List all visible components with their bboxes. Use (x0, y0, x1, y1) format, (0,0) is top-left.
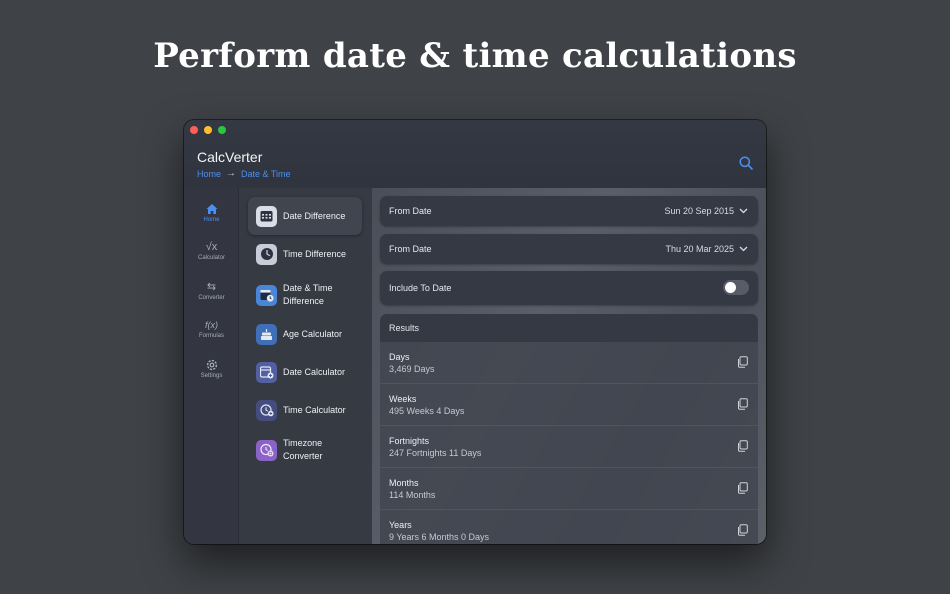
to-date-text: Thu 20 Mar 2025 (665, 244, 734, 254)
calendar-grid-icon (256, 205, 277, 227)
maximize-window-button[interactable] (218, 126, 226, 134)
rail-item-home[interactable]: Home (184, 202, 239, 223)
result-title: Fortnights (389, 436, 430, 446)
menu-item-time-calculator[interactable]: Time Calculator (248, 391, 362, 429)
from-date-row[interactable]: From Date Sun 20 Sep 2015 (380, 196, 758, 226)
search-icon[interactable] (738, 155, 754, 171)
breadcrumb-current[interactable]: Date & Time (241, 169, 291, 179)
copy-icon[interactable] (737, 524, 748, 536)
rail-item-settings[interactable]: Settings (184, 358, 239, 379)
copy-icon[interactable] (737, 356, 748, 368)
clock-icon (256, 243, 277, 265)
to-date-label: From Date (389, 244, 432, 254)
menu-label-date-difference: Date Difference (283, 210, 346, 221)
menu-label-time-calculator: Time Calculator (283, 404, 346, 415)
result-title: Weeks (389, 394, 417, 404)
breadcrumb-home[interactable]: Home (197, 169, 221, 179)
include-to-date-row: Include To Date (380, 271, 758, 305)
app-window: CalcVerter Home → Date & Time Home √x Ca… (184, 120, 766, 544)
globe-clock-icon (256, 439, 277, 461)
result-row-fortnights: Fortnights 247 Fortnights 11 Days (380, 426, 758, 468)
result-value: 9 Years 6 Months 0 Days (389, 532, 490, 542)
menu-item-time-difference[interactable]: Time Difference (248, 235, 362, 273)
window-controls (190, 126, 226, 134)
menu-label-date-time-difference: Date & Time Difference (283, 283, 333, 306)
copy-icon[interactable] (737, 440, 748, 452)
toggle-knob (725, 282, 736, 293)
menu-item-date-difference[interactable]: Date Difference (248, 197, 362, 235)
calendar-clock-icon (256, 284, 277, 306)
from-date-label: From Date (389, 206, 432, 216)
rail-label-home: Home (203, 217, 220, 223)
menu-label-date-calculator: Date Calculator (283, 366, 346, 377)
main-content: From Date Sun 20 Sep 2015 From Date Thu … (372, 188, 766, 544)
nav-rail: Home √x Calculator ⇆ Converter f(x) Form… (184, 188, 239, 544)
sqrt-icon: √x (205, 241, 218, 253)
include-to-date-toggle[interactable] (723, 280, 749, 295)
result-row-months: Months 114 Months (380, 468, 758, 510)
result-row-days: Days 3,469 Days (380, 342, 758, 384)
result-value: 114 Months (389, 490, 436, 500)
chevron-down-icon (739, 208, 748, 214)
rail-label-formulas: Formulas (198, 333, 224, 339)
breadcrumb: Home → Date & Time (197, 168, 291, 179)
close-window-button[interactable] (190, 126, 198, 134)
rail-label-calculator: Calculator (197, 255, 225, 261)
app-title: CalcVerter (197, 149, 263, 165)
result-title: Months (389, 478, 419, 488)
title-bar: CalcVerter Home → Date & Time (184, 120, 766, 188)
rail-label-settings: Settings (200, 373, 223, 379)
swap-arrows-icon: ⇆ (206, 281, 217, 293)
result-row-years: Years 9 Years 6 Months 0 Days (380, 510, 758, 544)
result-title: Days (389, 352, 410, 362)
function-icon: f(x) (205, 320, 218, 330)
rail-item-converter[interactable]: ⇆ Converter (184, 280, 239, 301)
from-date-text: Sun 20 Sep 2015 (664, 206, 734, 216)
breadcrumb-arrow-icon: → (226, 168, 237, 179)
result-value: 247 Fortnights 11 Days (389, 448, 482, 458)
minimize-window-button[interactable] (204, 126, 212, 134)
rail-label-converter: Converter (198, 295, 225, 301)
results-title: Results (389, 323, 420, 333)
rail-item-calculator[interactable]: √x Calculator (184, 240, 239, 261)
include-to-date-label: Include To Date (389, 283, 452, 293)
menu-item-date-time-difference[interactable]: Date & Time Difference (248, 275, 362, 315)
menu-item-timezone-converter[interactable]: Timezone Converter (248, 430, 362, 470)
page-headline: Perform date & time calculations (153, 36, 797, 76)
to-date-row[interactable]: From Date Thu 20 Mar 2025 (380, 234, 758, 264)
copy-icon[interactable] (737, 482, 748, 494)
gear-icon (206, 359, 217, 371)
copy-icon[interactable] (737, 398, 748, 410)
result-value: 495 Weeks 4 Days (389, 406, 465, 416)
result-title: Years (389, 520, 412, 530)
menu-label-age-calculator: Age Calculator (283, 328, 343, 339)
tools-menu: Date Difference Time Difference Date & T… (239, 188, 372, 544)
house-icon (206, 204, 217, 214)
menu-label-timezone-converter: Timezone Converter (283, 438, 323, 461)
calendar-plus-icon (256, 361, 277, 383)
from-date-value[interactable]: Sun 20 Sep 2015 (664, 206, 748, 216)
results-panel: Results Days 3,469 Days Weeks 495 Weeks … (380, 314, 758, 544)
menu-item-age-calculator[interactable]: Age Calculator (248, 315, 362, 353)
chevron-down-icon (739, 246, 748, 252)
cake-icon (256, 323, 277, 345)
menu-label-time-difference: Time Difference (283, 248, 347, 259)
result-value: 3,469 Days (389, 364, 435, 374)
to-date-value[interactable]: Thu 20 Mar 2025 (665, 244, 748, 254)
result-row-weeks: Weeks 495 Weeks 4 Days (380, 384, 758, 426)
results-header: Results (380, 314, 758, 342)
menu-item-date-calculator[interactable]: Date Calculator (248, 353, 362, 391)
rail-item-formulas[interactable]: f(x) Formulas (184, 318, 239, 339)
clock-plus-icon (256, 399, 277, 421)
